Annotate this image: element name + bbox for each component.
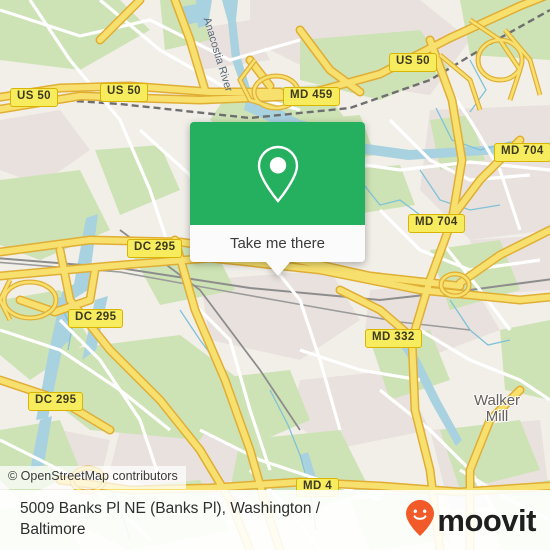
road-shield-us-50-east[interactable]: US 50: [389, 53, 437, 72]
road-shield-dc-295-south[interactable]: DC 295: [28, 392, 84, 411]
address-text: 5009 Banks Pl NE (Banks Pl), Washington …: [20, 500, 321, 538]
map-pin-icon: [255, 143, 301, 205]
road-shield-md-704-south[interactable]: MD 704: [408, 214, 465, 233]
road-shield-md-332[interactable]: MD 332: [365, 329, 422, 348]
road-shield-us-50-mid[interactable]: US 50: [100, 83, 148, 102]
road-shield-dc-295-mid[interactable]: DC 295: [68, 309, 124, 328]
place-label-walker-mill: Walker Mill: [473, 392, 521, 425]
road-shield-dc-295-north[interactable]: DC 295: [127, 239, 183, 258]
map-screenshot: Anacostia River US 50 US 50 MD 459 US 50…: [0, 0, 550, 550]
popup-pin-panel: [190, 122, 365, 225]
road-shield-md-459[interactable]: MD 459: [283, 87, 340, 106]
road-shield-md-704-north[interactable]: MD 704: [494, 143, 550, 162]
moovit-wordmark: moovit: [437, 502, 536, 538]
moovit-logo[interactable]: moovit: [405, 499, 536, 542]
moovit-pin-icon: [405, 499, 435, 542]
openstreetmap-attribution[interactable]: © OpenStreetMap contributors: [0, 466, 186, 489]
take-me-there-label: Take me there: [229, 235, 326, 252]
footer-bar: 5009 Banks Pl NE (Banks Pl), Washington …: [0, 490, 550, 550]
road-shield-us-50-west[interactable]: US 50: [10, 88, 58, 107]
popup-tail-pointer: [265, 262, 290, 276]
location-popup-card[interactable]: Take me there: [190, 122, 365, 276]
popup-action-bar[interactable]: Take me there: [190, 225, 365, 262]
